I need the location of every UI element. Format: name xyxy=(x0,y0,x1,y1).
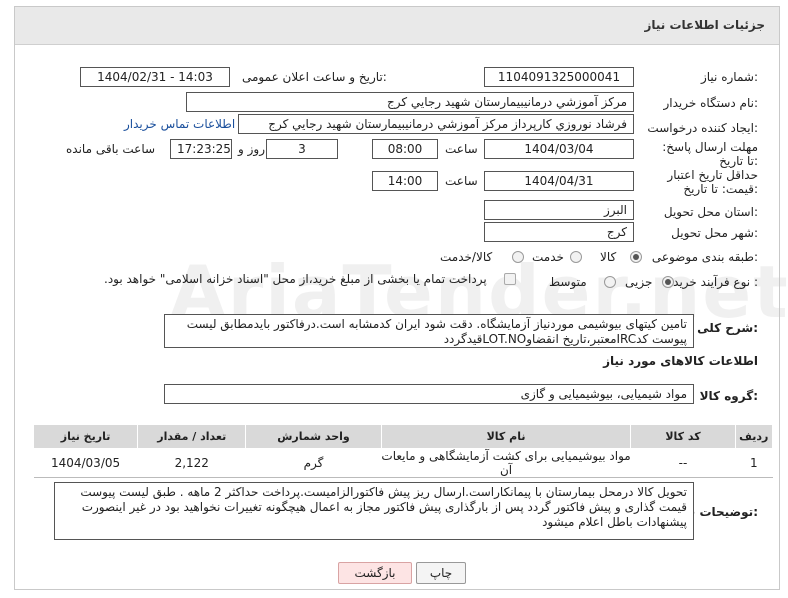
remaining-time-field: 17:23:25 xyxy=(170,139,232,159)
creator-label: ایجاد کننده درخواست: xyxy=(647,121,758,135)
goods-info-title: اطلاعات کالاهای مورد نیاز xyxy=(603,354,758,368)
category-option-service: خدمت xyxy=(532,250,564,264)
cell-name: مواد بیوشیمیایی برای کشت آزمایشگاهی و ما… xyxy=(381,448,631,478)
city-field: کرج xyxy=(484,222,634,242)
city-label: شهر محل تحویل: xyxy=(671,226,758,240)
days-label: روز و xyxy=(238,142,265,156)
process-option-minor: جزیی xyxy=(625,275,653,289)
category-option-goods: کالا xyxy=(600,250,617,264)
category-option-goods-service: کالا/خدمت xyxy=(440,250,493,264)
treasury-payment-note: پرداخت تمام یا بخشی از مبلغ خرید،از محل … xyxy=(104,272,487,286)
remaining-label: ساعت باقی مانده xyxy=(66,142,156,156)
validity-label: حداقل تاریخ اعتبار قیمت: تا تاریخ: xyxy=(667,168,758,196)
cell-row: 1 xyxy=(735,448,773,478)
process-radio-medium[interactable] xyxy=(604,276,616,288)
deadline-time-field: 08:00 xyxy=(372,139,438,159)
cell-unit: گرم xyxy=(245,448,382,478)
validity-date-field: 1404/04/31 xyxy=(484,171,634,191)
cell-qty: 2,122 xyxy=(137,448,246,478)
items-table: ردیف کد کالا نام کالا واحد شمارش تعداد /… xyxy=(32,424,774,478)
col-qty: تعداد / مقدار xyxy=(137,424,247,449)
col-unit: واحد شمارش xyxy=(245,424,382,449)
deadline-date-field: 1404/03/04 xyxy=(484,139,634,159)
buyer-field: مرکز آموزشي درمانيبيمارستان شهيد رجايي ک… xyxy=(186,92,634,112)
need-number-field: 1104091325000041 xyxy=(484,67,634,87)
announce-label: تاریخ و ساعت اعلان عمومی: xyxy=(242,70,387,84)
summary-field: تامین کیتهای بیوشیمی موردنیاز آزمایشگاه.… xyxy=(164,314,694,348)
col-name: نام کالا xyxy=(380,424,632,449)
need-number-label: شماره نیاز: xyxy=(700,70,758,84)
cell-date: 1404/03/05 xyxy=(33,448,138,478)
back-button[interactable]: بازگشت xyxy=(338,562,412,584)
buyer-notes-field: تحویل کالا درمحل بیمارستان با پیمانکاراس… xyxy=(54,482,694,540)
process-option-medium: متوسط xyxy=(549,275,587,289)
creator-field: فرشاد نوروزي کارپرداز مرکز آموزشي درماني… xyxy=(238,114,634,134)
category-label: طبقه بندی موضوعی: xyxy=(651,250,758,264)
treasury-payment-checkbox[interactable] xyxy=(504,273,516,285)
panel-header: جزئیات اطلاعات نیاز xyxy=(15,7,779,45)
print-button[interactable]: چاپ xyxy=(416,562,466,584)
process-radio-minor[interactable] xyxy=(662,276,674,288)
validity-time-field: 14:00 xyxy=(372,171,438,191)
validity-time-label: ساعت xyxy=(445,174,478,188)
days-field: 3 xyxy=(266,139,338,159)
col-date: تاریخ نیاز xyxy=(32,424,139,449)
category-radio-service[interactable] xyxy=(570,251,582,263)
category-radio-goods[interactable] xyxy=(630,251,642,263)
deadline-time-label: ساعت xyxy=(445,142,478,156)
cell-code: -- xyxy=(630,448,736,478)
category-radio-goods-service[interactable] xyxy=(512,251,524,263)
col-row: ردیف xyxy=(734,424,774,449)
buyer-label: نام دستگاه خریدار: xyxy=(663,96,759,110)
announce-field: 1404/02/31 - 14:03 xyxy=(80,67,230,87)
goods-group-field: مواد شیمیایی، بیوشیمیایی و گازی xyxy=(164,384,694,404)
province-label: استان محل تحویل: xyxy=(663,205,758,219)
buyer-contact-link[interactable]: اطلاعات تماس خریدار xyxy=(124,117,235,131)
deadline-label: مهلت ارسال پاسخ: تا تاریخ: xyxy=(662,140,758,168)
table-row: 1 -- مواد بیوشیمیایی برای کشت آزمایشگاهی… xyxy=(33,448,773,478)
process-label: نوع فرآیند خرید : xyxy=(673,275,758,289)
page-title: جزئیات اطلاعات نیاز xyxy=(644,18,765,32)
col-code: کد کالا xyxy=(630,424,736,449)
table-header-row: ردیف کد کالا نام کالا واحد شمارش تعداد /… xyxy=(32,424,774,449)
goods-group-label: گروه کالا: xyxy=(699,389,758,403)
province-field: البرز xyxy=(484,200,634,220)
